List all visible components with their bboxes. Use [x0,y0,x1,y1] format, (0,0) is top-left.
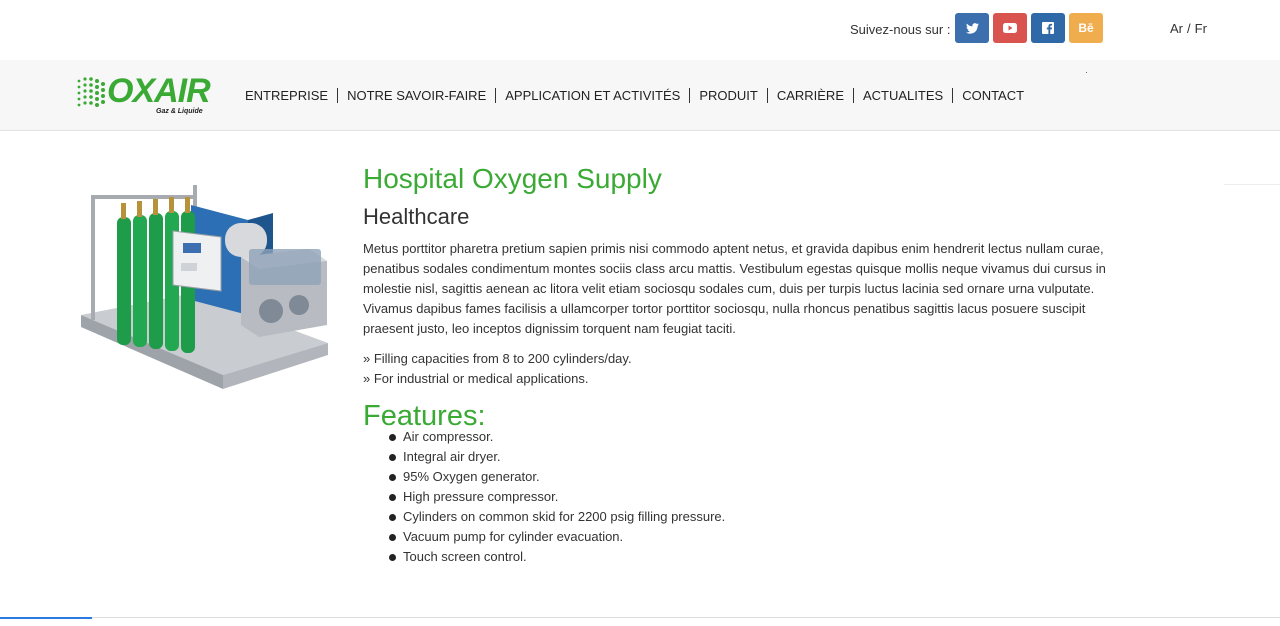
lang-fr-link[interactable]: Fr [1195,21,1207,36]
nav-actualites[interactable]: ACTUALITES [853,88,952,103]
feature-item: Air compressor. [388,427,1108,447]
feature-item: Cylinders on common skid for 2200 psig f… [388,507,1108,527]
nav-produit[interactable]: PRODUIT [689,88,767,103]
top-bar: Suivez-nous sur : Bē Ar / Fr [0,0,1280,60]
youtube-icon [1003,23,1017,33]
facebook-button[interactable] [1031,13,1065,43]
feature-item: Integral air dryer. [388,447,1108,467]
lang-separator: / [1187,21,1191,36]
youtube-button[interactable] [993,13,1027,43]
features-list: Air compressor. Integral air dryer. 95% … [388,427,1108,567]
highlight-item: » Filling capacities from 8 to 200 cylin… [363,351,632,366]
feature-item: Touch screen control. [388,547,1108,567]
feature-item: High pressure compressor. [388,487,1108,507]
behance-button[interactable]: Bē [1069,13,1103,43]
feature-item: 95% Oxygen generator. [388,467,1108,487]
twitter-button[interactable] [955,13,989,43]
main-navbar: OXAIR Gaz & Liquide ENTREPRISE NOTRE SAV… [0,60,1280,131]
language-switcher: Ar / Fr [1170,21,1207,36]
behance-icon: Bē [1078,21,1094,35]
highlight-item: » For industrial or medical applications… [363,371,589,386]
lang-ar-link[interactable]: Ar [1170,21,1183,36]
follow-label: Suivez-nous sur : [850,22,951,37]
product-description: Metus porttitor pharetra pretium sapien … [363,241,1106,336]
main-nav: ENTREPRISE NOTRE SAVOIR-FAIRE APPLICATIO… [236,88,1033,103]
oxair-logo[interactable]: OXAIR Gaz & Liquide [75,73,220,119]
facebook-icon [1042,22,1054,34]
bottom-accent [0,617,92,619]
logo-subtitle: Gaz & Liquide [156,108,203,115]
divider-line [1224,184,1280,185]
nav-application-et-activites[interactable]: APPLICATION ET ACTIVITÉS [495,88,689,103]
product-subtitle: Healthcare [363,204,470,229]
product-title: Hospital Oxygen Supply [363,163,662,194]
twitter-icon [965,22,979,34]
product-highlights: » Filling capacities from 8 to 200 cylin… [363,349,1108,389]
feature-item: Vacuum pump for cylinder evacuation. [388,527,1108,547]
product-content: Hospital Oxygen Supply Healthcare Metus … [363,160,1108,567]
nav-carriere[interactable]: CARRIÈRE [766,88,853,103]
nav-entreprise[interactable]: ENTREPRISE [236,88,337,103]
bottom-bar [0,617,1280,626]
nav-dot [1086,72,1087,73]
nav-notre-savoir-faire[interactable]: NOTRE SAVOIR-FAIRE [337,88,495,103]
nav-contact[interactable]: CONTACT [952,88,1033,103]
logo-text: OXAIR [107,72,211,110]
product-image [81,185,328,389]
